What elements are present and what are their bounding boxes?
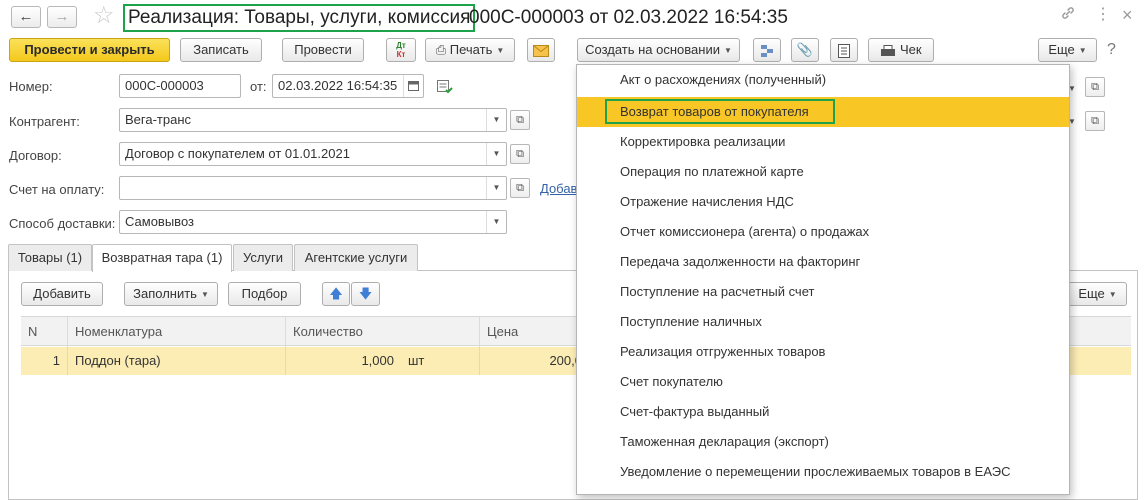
report-button[interactable]: [830, 38, 858, 62]
arrow-left-icon: ←: [18, 8, 34, 25]
invoice-label: Счет на оплату:: [9, 182, 105, 197]
fill-button[interactable]: Заполнить ▼: [124, 282, 218, 306]
structure-icon: [760, 42, 774, 57]
date-field[interactable]: 02.03.2022 16:54:35: [272, 74, 424, 98]
menu-item[interactable]: Уведомление о перемещении прослеживаемых…: [577, 457, 1069, 487]
delivery-label: Способ доставки:: [9, 216, 116, 231]
row-number: 1: [52, 353, 60, 368]
save-button[interactable]: Записать: [180, 38, 262, 62]
menu-item[interactable]: Передача задолженности на факторинг: [577, 247, 1069, 277]
menu-item[interactable]: Операция по платежной карте: [577, 157, 1069, 187]
add-button[interactable]: Добавить: [21, 282, 103, 306]
number-field[interactable]: 000С-000003: [119, 74, 241, 98]
page-title-rest: 000С-000003 от 02.03.2022 16:54:35: [469, 7, 788, 28]
tab-agent-services[interactable]: Агентские услуги: [294, 244, 418, 271]
add-invoice-link[interactable]: Добав: [540, 181, 577, 196]
vertical-dots-icon[interactable]: ⋮: [1095, 5, 1111, 25]
chevron-down-icon: ▼: [1108, 289, 1117, 299]
menu-item[interactable]: Реализация отгруженных товаров: [577, 337, 1069, 367]
menu-item[interactable]: Таможенная декларация (экспорт): [577, 427, 1069, 457]
column-header-quantity[interactable]: Количество: [285, 317, 479, 347]
open-icon[interactable]: ⧉: [510, 178, 530, 198]
tab-services[interactable]: Услуги: [233, 244, 293, 271]
document-list-icon: [838, 42, 850, 58]
chevron-down-icon[interactable]: ▼: [486, 143, 506, 165]
menu-item-selected[interactable]: Возврат товаров от покупателя: [577, 97, 1069, 127]
printer-icon: ⎙: [435, 42, 447, 57]
link-icon[interactable]: [1060, 5, 1076, 27]
chevron-down-icon[interactable]: ▼: [486, 177, 506, 199]
create-based-on-menu: Акт о расхождениях (полученный) Возврат …: [576, 64, 1070, 495]
contract-field[interactable]: Договор с покупателем от 01.01.2021 ▼: [119, 142, 507, 166]
create-based-on-button[interactable]: Создать на основании ▼: [577, 38, 740, 62]
open-icon[interactable]: ⧉: [1085, 111, 1105, 131]
open-icon[interactable]: ⧉: [510, 110, 530, 130]
menu-item[interactable]: Акт о расхождениях (полученный): [577, 65, 1069, 95]
star-icon[interactable]: ☆: [93, 2, 115, 30]
invoice-field[interactable]: ▼: [119, 176, 507, 200]
arrow-up-icon: 🡅: [329, 286, 343, 301]
chevron-down-icon: ▼: [1078, 45, 1087, 55]
contract-label: Договор:: [9, 148, 62, 163]
post-button[interactable]: Провести: [282, 38, 364, 62]
attachment-button[interactable]: 📎: [791, 38, 819, 62]
tab-returnable-containers[interactable]: Возвратная тара (1): [92, 244, 232, 272]
paperclip-icon: 📎: [796, 42, 814, 57]
more-button[interactable]: Еще ▼: [1038, 38, 1097, 62]
table-more-button[interactable]: Еще ▼: [1068, 282, 1127, 306]
calendar-icon[interactable]: [403, 75, 423, 97]
chevron-down-icon[interactable]: ▼: [486, 109, 506, 131]
menu-item[interactable]: Поступление наличных: [577, 307, 1069, 337]
page-title-highlighted: Реализация: Товары, услуги, комиссия: [123, 4, 476, 32]
arrow-down-icon: 🡇: [358, 286, 373, 301]
counterparty-field[interactable]: Вега-транс ▼: [119, 108, 507, 132]
select-button[interactable]: Подбор: [228, 282, 301, 306]
structure-button[interactable]: [753, 38, 781, 62]
envelope-icon: [533, 42, 549, 57]
date-label: от:: [250, 79, 267, 94]
post-and-close-button[interactable]: Провести и закрыть: [9, 38, 170, 62]
row-unit: шт: [408, 353, 425, 368]
chevron-down-icon[interactable]: ▼: [486, 211, 506, 233]
cash-register-icon: [880, 42, 900, 57]
arrow-right-icon: →: [54, 8, 70, 25]
document-status-icon[interactable]: [437, 80, 453, 97]
column-header-n[interactable]: N: [21, 317, 67, 347]
counterparty-label: Контрагент:: [9, 114, 80, 129]
forward-button[interactable]: →: [47, 6, 77, 28]
email-button[interactable]: [527, 38, 555, 62]
menu-item[interactable]: Отражение начисления НДС: [577, 187, 1069, 217]
move-up-button[interactable]: 🡅: [322, 282, 350, 306]
dt-kt-icon: Дт Кт: [396, 41, 406, 59]
check-button[interactable]: Чек: [868, 38, 934, 62]
menu-item[interactable]: Отчет комиссионера (агента) о продажах: [577, 217, 1069, 247]
open-icon[interactable]: ⧉: [510, 144, 530, 164]
menu-item[interactable]: Счет покупателю: [577, 367, 1069, 397]
row-quantity: 1,000: [285, 347, 401, 375]
number-label: Номер:: [9, 79, 53, 94]
menu-item[interactable]: Счет-фактура выданный: [577, 397, 1069, 427]
row-item: Поддон (тара): [67, 347, 285, 375]
menu-item[interactable]: Корректировка реализации: [577, 127, 1069, 157]
row-price: 200,0: [479, 347, 589, 375]
back-button[interactable]: ←: [11, 6, 41, 28]
tab-goods[interactable]: Товары (1): [8, 244, 92, 271]
column-header-item[interactable]: Номенклатура: [67, 317, 285, 347]
open-icon[interactable]: ⧉: [1085, 77, 1105, 97]
chevron-down-icon: ▼: [723, 45, 732, 55]
move-down-button[interactable]: 🡇: [351, 282, 380, 306]
delivery-field[interactable]: Самовывоз ▼: [119, 210, 507, 234]
close-icon[interactable]: ×: [1122, 5, 1133, 25]
column-header-price[interactable]: Цена: [479, 317, 589, 347]
chevron-down-icon: ▼: [496, 45, 505, 55]
menu-item[interactable]: Поступление на расчетный счет: [577, 277, 1069, 307]
chevron-down-icon: ▼: [200, 289, 209, 299]
help-icon[interactable]: ?: [1107, 41, 1116, 59]
print-button[interactable]: ⎙ Печать ▼: [425, 38, 515, 62]
dt-kt-button[interactable]: Дт Кт: [386, 38, 416, 62]
